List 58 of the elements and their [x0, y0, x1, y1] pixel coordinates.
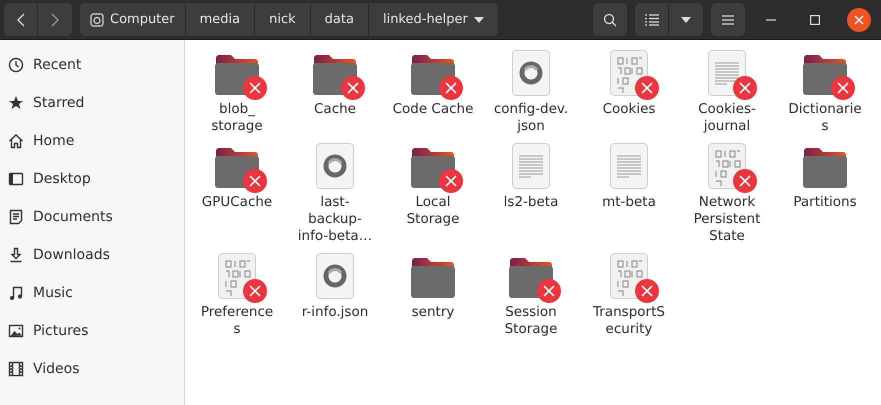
file-name[interactable]: Session Storage	[504, 304, 558, 338]
file-name[interactable]: Cookies- journal	[698, 101, 756, 135]
text-file-icon	[610, 143, 648, 189]
file-name[interactable]: Preference s	[200, 304, 274, 338]
file-name[interactable]: GPUCache	[202, 194, 272, 211]
file-name[interactable]: TransportS ecurity	[593, 304, 665, 338]
clock-icon	[8, 57, 24, 73]
json-file-icon	[316, 143, 354, 189]
json-file-icon	[316, 253, 354, 299]
file-name[interactable]: Code Cache	[392, 101, 474, 118]
folder-icon	[802, 147, 848, 189]
star-icon	[8, 95, 24, 111]
json-file-icon	[512, 50, 550, 96]
back-button[interactable]	[4, 3, 38, 36]
sidebar-item[interactable]: Starred	[33, 95, 84, 111]
file-name[interactable]: Cookies	[602, 101, 656, 118]
close-icon	[854, 14, 864, 24]
chevron-left-icon	[16, 12, 24, 26]
file-name[interactable]: blob_ storage	[211, 101, 263, 135]
menu-icon	[722, 14, 734, 24]
search-icon	[603, 12, 617, 26]
file-name[interactable]: Dictionarie s	[788, 101, 862, 135]
sidebar-item[interactable]: Videos	[33, 361, 80, 377]
sidebar-item[interactable]: Downloads	[33, 247, 110, 263]
chevron-right-icon	[51, 12, 59, 26]
file-name[interactable]: last- backup- info-beta…	[298, 194, 372, 245]
film-icon	[8, 361, 24, 377]
music-note-icon	[8, 285, 24, 301]
file-name[interactable]: Partitions	[793, 194, 857, 211]
sidebar-item[interactable]: Pictures	[33, 323, 88, 339]
picture-icon	[8, 323, 24, 339]
maximize-icon	[810, 14, 820, 24]
sidebar-item[interactable]: Music	[33, 285, 73, 301]
file-name[interactable]: r-info.json	[302, 304, 368, 321]
sidebar-item[interactable]: Home	[33, 133, 74, 149]
document-icon	[8, 209, 24, 225]
minimize-icon	[766, 18, 776, 20]
download-icon	[8, 247, 24, 263]
file-name[interactable]: Cache	[314, 101, 356, 118]
sidebar-item[interactable]: Documents	[33, 209, 113, 225]
home-icon	[8, 133, 24, 149]
file-name[interactable]: mt-beta	[602, 194, 656, 211]
caret-down-icon	[474, 16, 484, 22]
caret-down-icon	[681, 16, 691, 22]
file-name[interactable]: sentry	[412, 304, 454, 321]
list-icon	[644, 14, 658, 26]
list-view-button[interactable]	[635, 3, 669, 36]
sidebar-item[interactable]: Recent	[33, 57, 82, 73]
file-name[interactable]: ls2-beta	[504, 194, 558, 211]
file-name[interactable]: Local Storage	[406, 194, 460, 228]
path-segment[interactable]: Computer	[80, 3, 186, 36]
file-name[interactable]: Network Persistent State	[694, 194, 760, 245]
desktop-icon	[8, 171, 24, 187]
close-button[interactable]	[847, 8, 871, 32]
text-file-icon	[512, 143, 550, 189]
folder-icon	[410, 257, 456, 299]
sidebar-item[interactable]: Desktop	[33, 171, 91, 187]
file-name[interactable]: config-dev. json	[494, 101, 568, 135]
